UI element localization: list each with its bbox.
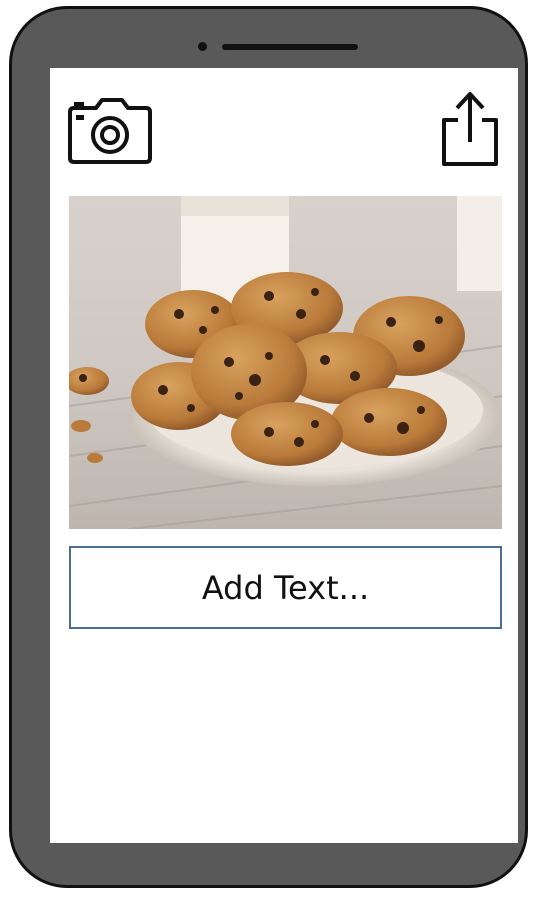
phone-screen: Add Text... [50, 68, 518, 843]
camera-icon[interactable] [66, 98, 154, 164]
share-icon[interactable] [438, 88, 502, 168]
front-camera-dot [198, 42, 207, 51]
earpiece-speaker [222, 44, 358, 50]
cookies-photo [69, 196, 502, 529]
phone-frame: Add Text... [9, 6, 528, 888]
add-text-field[interactable]: Add Text... [69, 546, 502, 629]
